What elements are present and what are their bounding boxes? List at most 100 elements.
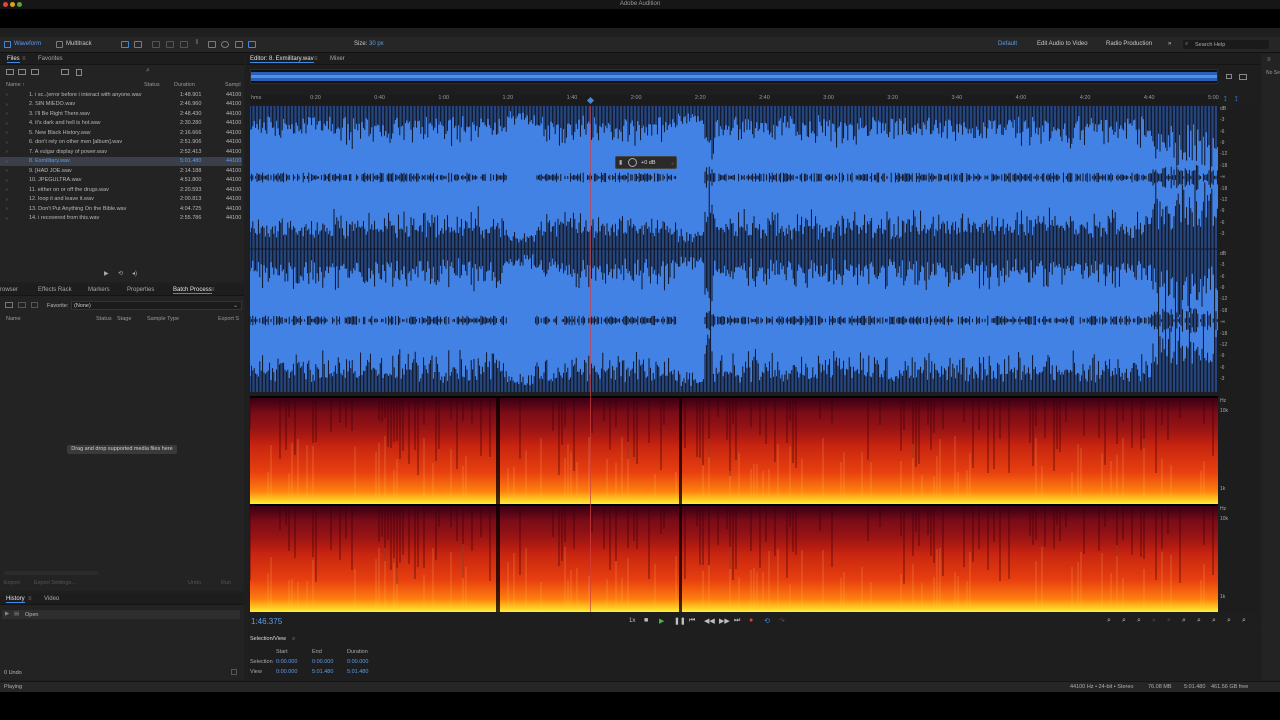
pause-icon[interactable]: ❚❚: [674, 617, 686, 625]
file-row[interactable]: › 8. Exmilitary.wav 5:01.480 44100: [0, 156, 242, 166]
overview-settings-icon[interactable]: [1239, 74, 1247, 80]
expand-arrow-icon[interactable]: ›: [6, 206, 8, 212]
marquee-tool-icon[interactable]: [208, 41, 216, 48]
time-selection-tool-icon[interactable]: I: [196, 39, 198, 46]
file-row[interactable]: › 1. i sc..(error before i interact with …: [0, 90, 242, 100]
tab-markers[interactable]: Markers: [88, 287, 110, 293]
new-file-icon[interactable]: [31, 69, 39, 75]
gain-value[interactable]: +0 dB: [641, 160, 656, 166]
expand-arrow-icon[interactable]: ›: [6, 111, 8, 117]
tab-effects-rack[interactable]: Effects Rack: [38, 287, 72, 293]
view-end[interactable]: 5:01.480: [312, 669, 333, 675]
waveform-view-button[interactable]: Waveform: [14, 41, 41, 47]
panel-menu-icon[interactable]: ≡: [22, 56, 26, 62]
workspace-edit-audio-to-video[interactable]: Edit Audio to Video: [1037, 41, 1088, 47]
autoplay-icon[interactable]: ◂): [132, 270, 137, 277]
size-value[interactable]: 30 px: [369, 41, 384, 47]
selection-end[interactable]: 0:00.000: [312, 659, 333, 665]
file-row[interactable]: › 3. I'll Be Right There.wav 2:48.430 44100: [0, 109, 242, 119]
hud-pin-icon[interactable]: ⌟: [671, 159, 674, 166]
file-row[interactable]: › 12. loop it and leave it.wav 2:00.813 441…: [0, 195, 242, 205]
expand-arrow-icon[interactable]: ›: [6, 121, 8, 127]
expand-arrow-icon[interactable]: ›: [6, 197, 8, 203]
file-row[interactable]: › 14. i recovered from this.wav 2:55.786 44…: [0, 214, 242, 224]
selection-duration[interactable]: 0:00.000: [347, 659, 368, 665]
file-row[interactable]: › 5. New Black History.wav 2:16.666 44100: [0, 128, 242, 138]
zoom-selection-icon[interactable]: ⌕: [1212, 617, 1216, 625]
expand-arrow-icon[interactable]: ›: [6, 130, 8, 136]
batch-col-export[interactable]: Export S: [218, 316, 239, 322]
delete-file-icon[interactable]: [76, 69, 82, 76]
file-row[interactable]: › 11. either on or off the drugs.wav 2:20.…: [0, 185, 242, 195]
export-settings-button[interactable]: Export Settings...: [34, 580, 76, 586]
file-row[interactable]: › 10. JPEGULTRA.wav 4:51.800 44100: [0, 176, 242, 186]
batch-col-sample-type[interactable]: Sample Type: [147, 316, 179, 322]
waveform-display[interactable]: [250, 106, 1218, 392]
tab-favorites[interactable]: Favorites: [38, 56, 63, 62]
tab-batch-process[interactable]: Batch Process: [173, 287, 212, 294]
expand-arrow-icon[interactable]: ›: [6, 159, 8, 165]
export-button[interactable]: Export: [4, 580, 20, 586]
razor-tool-icon[interactable]: [166, 41, 174, 48]
spot-healing-tool-icon[interactable]: [248, 41, 256, 48]
batch-undo-button[interactable]: Undo: [188, 580, 201, 586]
play-icon[interactable]: ▶: [659, 617, 664, 625]
file-row[interactable]: › 2. SIN MIEDO.wav 2:46.960 44100: [0, 100, 242, 110]
zoom-out-point-icon[interactable]: ⌕: [1197, 617, 1201, 625]
slip-tool-icon[interactable]: [180, 41, 188, 48]
zoom-out-amplitude-icon[interactable]: ⌕: [1122, 617, 1126, 625]
spectral-display[interactable]: [250, 396, 1218, 612]
zoom-lock-icon[interactable]: ⌕: [1242, 617, 1246, 625]
file-row[interactable]: › 7. A vulgar display of power.wav 2:52.41…: [0, 147, 242, 157]
run-button[interactable]: Run: [221, 580, 231, 586]
file-row[interactable]: › 6. don't rely on other men [album].wav 2…: [0, 138, 242, 148]
selection-start[interactable]: 0:00.000: [276, 659, 297, 665]
file-row[interactable]: › 9. [HAD JOE.wav 2:14.188 44100: [0, 166, 242, 176]
playback-speed[interactable]: 1x: [629, 618, 635, 624]
batch-panel-menu-icon[interactable]: ≡: [211, 287, 215, 293]
col-duration[interactable]: Duration: [174, 82, 195, 88]
expand-arrow-icon[interactable]: ›: [6, 149, 8, 155]
zoom-in-time-button-icon[interactable]: ⌕: [1137, 617, 1141, 625]
expand-arrow-icon[interactable]: ›: [6, 92, 8, 98]
zoom-in-point-icon[interactable]: ⌕: [1182, 617, 1186, 625]
insert-multitrack-icon[interactable]: [61, 69, 69, 75]
add-files-icon[interactable]: [5, 302, 13, 308]
file-row[interactable]: › 13. Don't Put Anything On the Bible.wav…: [0, 204, 242, 214]
fast-forward-icon[interactable]: ▶▶: [719, 617, 730, 625]
stop-icon[interactable]: ■: [644, 617, 648, 624]
waveform-display-icon[interactable]: [121, 41, 129, 48]
next-icon[interactable]: ⏭: [734, 617, 740, 625]
favorite-select[interactable]: (None) ⌄: [71, 301, 242, 310]
move-tool-icon[interactable]: [152, 41, 160, 48]
gain-hud[interactable]: ▮ +0 dB ⌟: [615, 156, 677, 169]
rewind-icon[interactable]: ◀◀: [704, 617, 715, 625]
tab-history[interactable]: History: [6, 596, 25, 603]
col-sample-rate[interactable]: Sampl: [225, 82, 241, 88]
expand-arrow-icon[interactable]: ›: [6, 102, 8, 108]
workspace-radio-production[interactable]: Radio Production: [1106, 41, 1152, 47]
gain-knob-icon[interactable]: [628, 158, 637, 167]
tab-files[interactable]: Files: [7, 56, 20, 63]
ruler-settings-icon[interactable]: ⟟: [1224, 96, 1227, 104]
expand-arrow-icon[interactable]: ›: [6, 187, 8, 193]
previous-icon[interactable]: ⏮: [689, 617, 695, 625]
batch-col-name[interactable]: Name: [6, 316, 21, 322]
spectral-display-icon[interactable]: [134, 41, 142, 48]
record-icon[interactable]: ●: [749, 617, 753, 624]
batch-h-scrollbar[interactable]: [4, 571, 98, 575]
zoom-out-time-icon[interactable]: ⌕: [1152, 617, 1156, 625]
view-duration[interactable]: 5:01.480: [347, 669, 368, 675]
expand-arrow-icon[interactable]: ›: [6, 140, 8, 146]
zoom-out-full-icon[interactable]: ⌕: [1167, 617, 1171, 625]
selection-view-menu-icon[interactable]: ≡: [292, 636, 295, 642]
lasso-tool-icon[interactable]: [221, 41, 229, 48]
amplitude-scale[interactable]: dB -3 -6 -9 -12 -18 -∞ -18 -12 -9 -6 -3 dB -3 -6 -9 -12 -…: [1218, 106, 1258, 612]
expand-arrow-icon[interactable]: ›: [6, 168, 8, 174]
col-status[interactable]: Status: [144, 82, 160, 88]
pin-icon[interactable]: ⟟: [1235, 96, 1238, 104]
tab-properties[interactable]: Properties: [127, 287, 154, 293]
current-time[interactable]: 1:46.375: [251, 617, 282, 626]
tab-editor[interactable]: Editor: 8. Exmilitary.wav: [250, 56, 314, 63]
zoom-in-time-icon[interactable]: [1226, 74, 1232, 79]
